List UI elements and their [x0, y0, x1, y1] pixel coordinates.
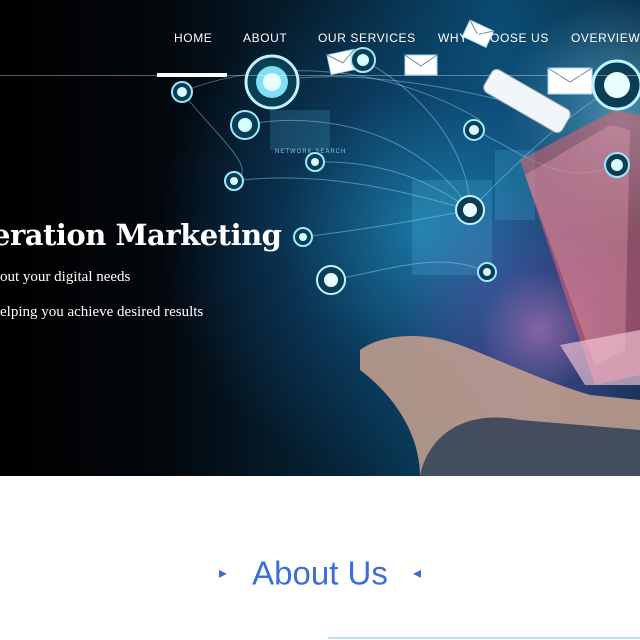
nav-item-overview[interactable]: OVERVIEW [571, 31, 640, 45]
nav-item-about[interactable]: ABOUT [243, 31, 287, 45]
top-navigation: HOME ABOUT OUR SERVICES WHY CHOOSE US OV… [0, 0, 640, 77]
nav-item-our-services[interactable]: OUR SERVICES [318, 31, 416, 45]
about-heading: ▸ About Us ◂ [0, 552, 640, 592]
hero-subtitle-2: elping you achieve desired results [0, 304, 204, 320]
hero-title: eration Marketing [0, 218, 282, 252]
about-title: About Us [252, 554, 388, 592]
triangle-left-icon: ◂ [413, 565, 422, 583]
network-search-label: NETWORK SEARCH [275, 149, 346, 155]
hero-banner: NETWORK SEARCH HOME ABOUT OUR SERVICES W… [0, 0, 640, 476]
laptop-graphic [520, 110, 640, 385]
triangle-right-icon: ▸ [218, 565, 227, 583]
hero-subtitle-1: out your digital needs [0, 269, 131, 285]
content-box-top-border [328, 637, 640, 639]
nav-item-home[interactable]: HOME [174, 31, 212, 45]
nav-item-why-choose-us[interactable]: WHY CHOOSE US [438, 31, 549, 45]
nav-divider [0, 75, 640, 76]
nav-active-indicator [157, 73, 227, 77]
